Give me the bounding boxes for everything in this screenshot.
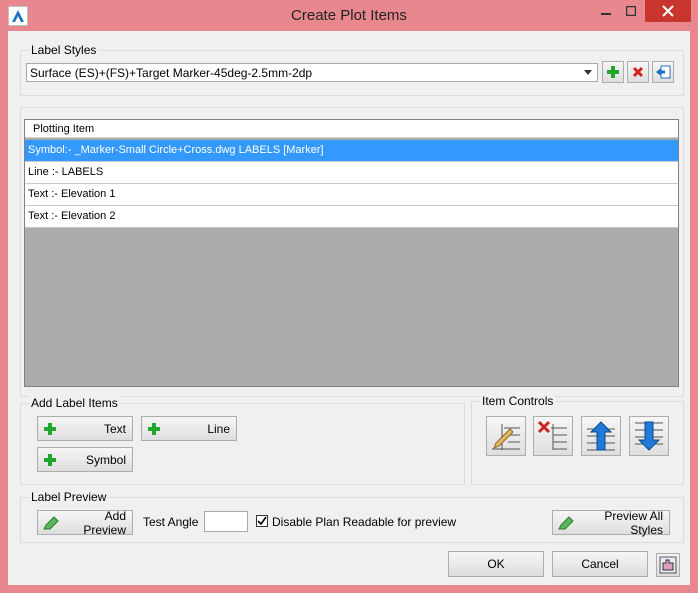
preview-icon [43,515,59,530]
move-up-button[interactable] [581,416,621,456]
minimize-button[interactable] [594,0,618,22]
checkmark-icon [257,516,267,526]
add-icon [44,453,56,466]
maximize-icon [626,6,636,16]
preview-all-styles-button[interactable]: Preview All Styles [552,509,670,537]
delete-item-button[interactable] [533,416,573,456]
maximize-button[interactable] [619,0,643,22]
move-down-icon [635,421,663,451]
delete-style-button[interactable] [627,61,649,83]
add-icon [607,66,619,78]
import-style-button[interactable] [652,61,674,83]
disable-plan-readable-checkbox[interactable] [256,515,268,527]
delete-item-icon [537,420,567,450]
minimize-icon [601,13,611,15]
disable-plan-readable-label: Disable Plan Readable for preview [272,515,457,529]
delete-icon [632,66,644,78]
create-plot-items-window: Create Plot Items Label Styles Surface (… [0,0,698,593]
add-style-button[interactable] [602,61,624,83]
plotting-item-list[interactable]: Plotting Item Symbol:- _Marker-Small Cir… [24,119,679,387]
test-angle-label: Test Angle [143,515,199,529]
help-button[interactable] [656,553,680,577]
test-angle-input[interactable] [204,511,248,532]
item-controls-group-label: Item Controls [480,394,556,408]
add-label-items-group: Add Label Items Text Line Symbol [20,396,465,485]
label-style-selected: Surface (ES)+(FS)+Target Marker-45deg-2.… [30,66,313,80]
plot-item-row[interactable]: Symbol:- _Marker-Small Circle+Cross.dwg … [25,140,678,162]
add-preview-button[interactable]: Add Preview [37,509,133,537]
edit-item-icon [492,424,520,450]
label-styles-group: Label Styles Surface (ES)+(FS)+Target Ma… [20,43,684,96]
chevron-down-icon [581,65,595,80]
plotting-item-column-header[interactable]: Plotting Item [25,120,678,138]
move-down-button[interactable] [629,416,669,456]
add-line-button[interactable]: Line [141,416,237,441]
add-label-items-group-label: Add Label Items [29,396,120,410]
add-icon [44,422,56,435]
add-text-button[interactable]: Text [37,416,133,441]
ok-button[interactable]: OK [448,551,544,577]
cancel-button[interactable]: Cancel [552,551,648,577]
label-styles-group-label: Label Styles [29,43,99,57]
plot-item-row[interactable]: Text :- Elevation 2 [25,206,678,228]
close-button[interactable] [645,0,691,22]
item-controls-group: Item Controls [471,394,684,485]
help-icon [659,556,677,574]
label-style-dropdown[interactable]: Surface (ES)+(FS)+Target Marker-45deg-2.… [26,63,598,82]
label-preview-group-label: Label Preview [29,490,109,504]
move-up-icon [587,421,615,451]
plot-item-row[interactable]: Line :- LABELS [25,162,678,184]
import-icon [656,65,671,79]
preview-icon [558,515,574,530]
edit-item-button[interactable] [486,416,526,456]
title-bar[interactable]: Create Plot Items [0,0,698,32]
label-preview-group: Label Preview Add Preview Test Angle Dis… [20,490,684,543]
add-symbol-button[interactable]: Symbol [37,447,133,472]
plot-item-row[interactable]: Text :- Elevation 1 [25,184,678,206]
dialog-body: Label Styles Surface (ES)+(FS)+Target Ma… [8,31,690,585]
close-icon [662,5,674,17]
add-icon [148,422,160,435]
